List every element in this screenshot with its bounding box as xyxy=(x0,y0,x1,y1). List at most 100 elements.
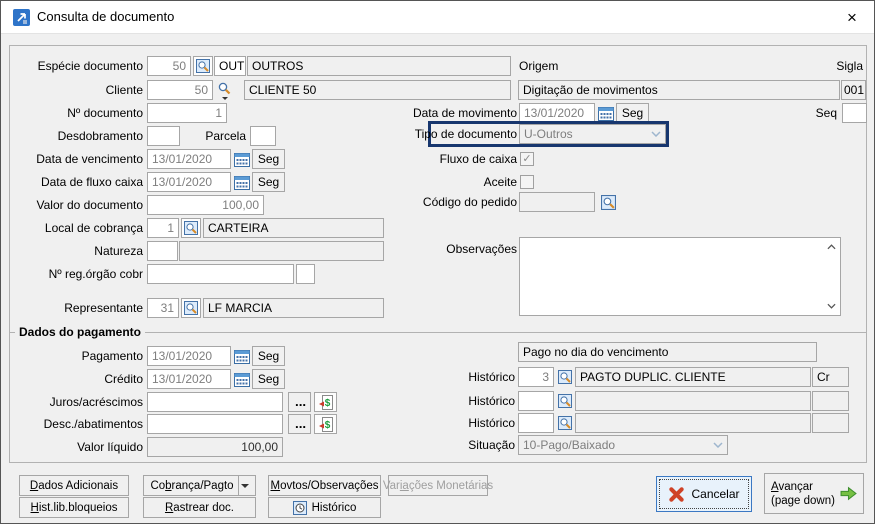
chevron-down-icon xyxy=(713,442,723,448)
local-cobranca-search-icon[interactable] xyxy=(181,218,201,238)
pagamento-field[interactable]: 13/01/2020 xyxy=(147,346,231,366)
num-documento-field[interactable]: 1 xyxy=(147,103,227,123)
desc-abatimentos-label: Desc./abatimentos xyxy=(43,417,143,431)
data-movimento-field[interactable]: 13/01/2020 xyxy=(519,103,595,123)
representante-name-field: LF MARCIA xyxy=(203,298,384,318)
especie-label: Espécie documento xyxy=(37,59,143,73)
title-bar: Consulta de documento × xyxy=(1,1,874,34)
chevron-down-icon xyxy=(651,131,661,137)
historico3-label: Histórico xyxy=(468,416,515,430)
desc-abatimentos-field[interactable] xyxy=(147,414,283,434)
sigla-label: Sigla xyxy=(836,59,863,73)
especie-search-icon[interactable] xyxy=(193,56,213,76)
historico1-label: Histórico xyxy=(468,370,515,384)
historico3-name-field xyxy=(575,413,811,433)
avancar-button[interactable]: Avançar (page down) xyxy=(764,473,864,514)
valor-liquido-field: 100,00 xyxy=(147,437,283,457)
juros-money-doc-icon[interactable]: $ xyxy=(314,392,337,412)
aceite-label: Aceite xyxy=(483,175,517,189)
historico1-code-field[interactable]: 3 xyxy=(518,367,554,387)
historico1-search-icon[interactable] xyxy=(556,368,574,386)
tipo-documento-value: U-Outros xyxy=(524,127,573,141)
historico2-search-icon[interactable] xyxy=(556,392,574,410)
sigla-field: 001 xyxy=(841,80,866,100)
desc-abatimentos-more-button[interactable]: ... xyxy=(288,414,311,434)
historico3-tag-field xyxy=(812,413,849,433)
close-icon[interactable]: × xyxy=(839,6,865,30)
cobranca-pagto-dropdown-icon[interactable] xyxy=(237,476,251,495)
pago-info-field: Pago no dia do vencimento xyxy=(518,342,817,362)
consulta-documento-dialog: Consulta de documento × Espécie document… xyxy=(0,0,875,524)
pagamento-weekday: Seg xyxy=(252,346,285,366)
historico3-code-field[interactable] xyxy=(518,413,554,433)
cliente-search-icon[interactable] xyxy=(217,81,232,100)
historico1-name-field: PAGTO DUPLIC. CLIENTE xyxy=(575,367,811,387)
natureza-name-field xyxy=(179,241,384,261)
observacoes-label: Observações xyxy=(446,242,517,256)
historico2-name-field xyxy=(575,391,811,411)
pagamento-section-title: Dados do pagamento xyxy=(15,325,146,339)
data-vencimento-calendar-icon[interactable] xyxy=(232,149,251,169)
valor-liquido-label: Valor líquido xyxy=(77,440,143,454)
parcela-field[interactable] xyxy=(250,126,276,146)
fluxo-caixa-checkbox: ✓ xyxy=(520,152,534,166)
juros-more-button[interactable]: ... xyxy=(288,392,311,412)
local-cobranca-label: Local de cobrança xyxy=(44,221,143,235)
codigo-pedido-search-icon[interactable] xyxy=(598,192,618,212)
rastrear-doc-button[interactable]: Rastrear doc. xyxy=(143,497,256,518)
data-vencimento-field[interactable]: 13/01/2020 xyxy=(147,149,231,169)
representante-code-field[interactable]: 31 xyxy=(147,298,179,318)
valor-documento-field[interactable]: 100,00 xyxy=(147,195,264,215)
historico2-code-field[interactable] xyxy=(518,391,554,411)
representante-search-icon[interactable] xyxy=(181,298,201,318)
clock-icon xyxy=(292,500,307,515)
pagamento-calendar-icon[interactable] xyxy=(232,346,251,366)
movtos-observacoes-button[interactable]: Movtos/Observações xyxy=(268,475,381,496)
especie-abbr-field: OUT xyxy=(214,56,246,76)
cliente-dropdown-icon[interactable] xyxy=(221,97,228,100)
cancelar-button[interactable]: Cancelar xyxy=(656,476,752,512)
situacao-combobox: 10-Pago/Baixado xyxy=(518,435,728,455)
especie-name-field: OUTROS xyxy=(247,56,511,76)
credito-calendar-icon[interactable] xyxy=(232,369,251,389)
natureza-label: Natureza xyxy=(94,244,143,258)
dialog-title: Consulta de documento xyxy=(37,9,175,24)
data-fluxo-field[interactable]: 13/01/2020 xyxy=(147,172,231,192)
scroll-down-icon[interactable] xyxy=(824,299,839,313)
situacao-label: Situação xyxy=(468,438,515,452)
reg-orgao-field[interactable] xyxy=(147,264,294,284)
juros-label: Juros/acréscimos xyxy=(49,395,143,409)
credito-weekday: Seg xyxy=(252,369,285,389)
codigo-pedido-field xyxy=(519,192,595,212)
cancel-x-icon xyxy=(668,486,685,502)
desc-abatimentos-money-doc-icon[interactable]: $ xyxy=(314,414,337,434)
cliente-code-field[interactable]: 50 xyxy=(147,80,213,100)
data-movimento-label: Data de movimento xyxy=(412,106,517,120)
historico-button[interactable]: Histórico xyxy=(268,497,381,518)
local-cobranca-code-field[interactable]: 1 xyxy=(147,218,179,238)
juros-field[interactable] xyxy=(147,392,283,412)
historico3-search-icon[interactable] xyxy=(556,414,574,432)
natureza-code-field[interactable] xyxy=(147,241,178,261)
reg-orgao-extra-field[interactable] xyxy=(296,264,315,284)
observacoes-textarea[interactable] xyxy=(519,237,841,316)
seq-field[interactable] xyxy=(842,103,867,123)
especie-code-field[interactable]: 50 xyxy=(147,56,191,76)
codigo-pedido-label: Código do pedido xyxy=(422,195,517,209)
origem-field: Digitação de movimentos xyxy=(518,80,840,100)
cobranca-pagto-button[interactable]: Co b rança/Pagto xyxy=(143,475,256,496)
aceite-checkbox xyxy=(520,175,534,189)
reg-orgao-label: Nº reg.órgão cobr xyxy=(48,267,143,281)
arrow-right-icon xyxy=(840,486,857,501)
dados-adicionais-button[interactable]: Dados Adicionais xyxy=(19,475,129,496)
situacao-value: 10-Pago/Baixado xyxy=(523,438,616,452)
data-fluxo-calendar-icon[interactable] xyxy=(232,172,251,192)
credito-field[interactable]: 13/01/2020 xyxy=(147,369,231,389)
scroll-up-icon[interactable] xyxy=(824,240,839,254)
representante-label: Representante xyxy=(64,301,143,315)
data-movimento-calendar-icon[interactable] xyxy=(596,103,615,123)
valor-documento-label: Valor do documento xyxy=(36,198,143,212)
origem-label: Origem xyxy=(519,59,559,73)
pagamento-label: Pagamento xyxy=(81,349,143,363)
hist-lib-bloqueios-button[interactable]: Hist.lib.bloqueios xyxy=(19,497,129,518)
